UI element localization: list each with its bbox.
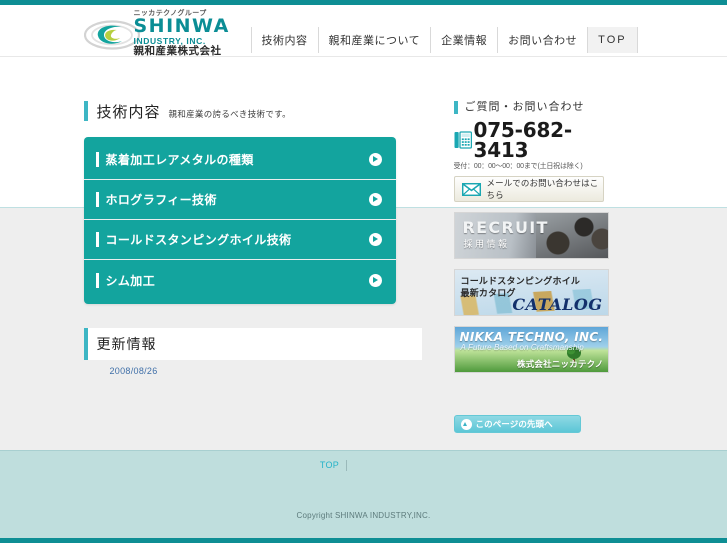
arrow-right-circle-icon [368,273,382,287]
nav-item-company[interactable]: 企業情報 [430,27,498,53]
news-item-date[interactable]: 2008/08/26 [110,366,434,376]
news-heading: 更新情報 [83,328,422,360]
telephone-hours-note: 受付：00：00〜00：00まで(土日祝は除く) [453,163,583,170]
copyright-text: Copyright SHINWA INDUSTRY,INC. [296,511,431,520]
telephone-row: 075-682-3413 [454,120,612,160]
logo-company-name-jp: 親和産業株式会社 [133,45,222,58]
footer-link-top[interactable]: TOP [313,460,348,471]
arrow-up-circle-icon [460,418,472,430]
tech-menu-item-rare-metal[interactable]: 蒸着加工レアメタルの種類 [83,140,396,180]
telephone-icon [454,131,472,149]
page-content: 技術内容 親和産業の誇るべき技術です。 蒸着加工レアメタルの種類 ホログラフィー… [0,57,727,448]
tech-menu-item-holography[interactable]: ホログラフィー技術 [83,180,396,220]
banner-nikka-en: NIKKA TECHNO, INC. [459,330,604,344]
page-top-label: このページの先頭へ [475,419,553,429]
banner-catalog-line2: 最新カタログ [460,288,516,298]
bottom-accent-rule [0,538,727,543]
mail-contact-label: メールでのお問い合わせはこちら [486,178,599,200]
swirl-logo-icon [83,20,140,50]
page-top-button[interactable]: このページの先頭へ [453,415,581,433]
tech-menu-label: コールドスタンピングホイル技術 [105,233,292,247]
sidebar: ご質問・お問い合わせ 075-682-3413 受付：00：00〜00：00まで… [453,57,612,373]
logo-wordmark: SHINWA [133,15,230,37]
nav-item-top[interactable]: TOP [587,27,638,53]
site-logo[interactable]: ニッカテクノグループ SHINWA INDUSTRY, INC. 親和産業株式会… [83,8,239,58]
telephone-number: 075-682-3413 [473,118,573,162]
banner-recruit-en: RECRUIT [462,218,549,237]
footer-band: TOP Copyright SHINWA INDUSTRY,INC. [0,450,727,543]
news-heading-text: 更新情報 [96,337,157,353]
tech-menu-panel: 蒸着加工レアメタルの種類 ホログラフィー技術 コールドスタンピングホイル技術 シ… [83,137,396,304]
page-subtitle: 親和産業の誇るべき技術です。 [168,109,291,119]
arrow-right-circle-icon [368,193,382,206]
envelope-icon [461,182,481,196]
page-title-text: 技術内容 [96,103,161,121]
item-marker [95,272,99,288]
main-column: 技術内容 親和産業の誇るべき技術です。 蒸着加工レアメタルの種類 ホログラフィー… [83,57,434,376]
banner-recruit-jp: 採用情報 [463,239,510,249]
nav-item-contact[interactable]: お問い合わせ [497,27,588,53]
banner-nikka-jp: 株式会社ニッカテクノ [517,359,604,369]
site-header: ニッカテクノグループ SHINWA INDUSTRY, INC. 親和産業株式会… [0,5,727,57]
item-marker [95,152,99,167]
tech-menu-label: シム加工 [105,273,156,288]
page-title: 技術内容 親和産業の誇るべき技術です。 [83,101,434,121]
banner-catalog-en: CATALOG [512,295,603,314]
arrow-right-circle-icon [368,153,382,166]
tech-menu-item-shim[interactable]: シム加工 [84,260,396,300]
news-list: 2008/08/26 [84,366,434,376]
sidebar-contact-title: ご質問・お問い合わせ [453,101,612,114]
banner-nikka-techno[interactable]: NIKKA TECHNO, INC. A Future Based on Cra… [453,326,609,373]
banner-catalog[interactable]: コールドスタンピングホイル 最新カタログ CATALOG [453,269,609,316]
banner-recruit[interactable]: RECRUIT 採用情報 [453,212,609,259]
tech-menu-label: ホログラフィー技術 [105,193,217,207]
footer-navigation: TOP [0,460,727,471]
nav-item-tech[interactable]: 技術内容 [250,27,318,53]
tech-menu-label: 蒸着加工レアメタルの種類 [105,153,254,167]
mail-contact-button[interactable]: メールでのお問い合わせはこちら [453,176,604,202]
banner-nikka-tagline: A Future Based on Craftsmanship [460,343,584,352]
arrow-right-circle-icon [368,233,382,246]
nav-item-about[interactable]: 親和産業について [317,27,431,53]
item-marker [95,232,99,247]
item-marker [95,192,99,207]
tech-menu-item-cold-stamping[interactable]: コールドスタンピングホイル技術 [83,220,396,260]
global-navigation: 技術内容 親和産業について 企業情報 お問い合わせ TOP [250,27,638,53]
